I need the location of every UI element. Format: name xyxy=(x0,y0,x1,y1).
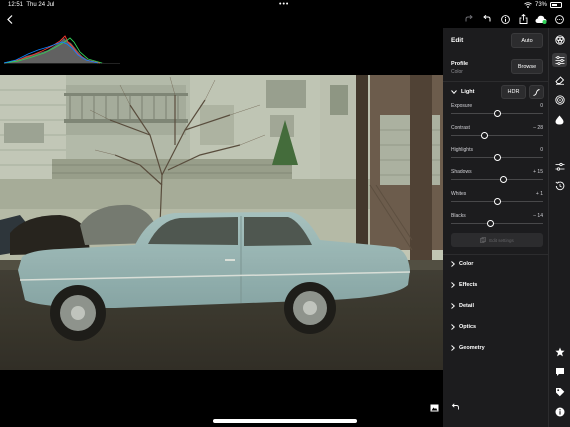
cloud-sync-icon[interactable] xyxy=(535,14,547,24)
slider-knob[interactable] xyxy=(493,110,501,117)
slider-track[interactable] xyxy=(451,135,543,136)
slider-knob[interactable] xyxy=(493,198,501,205)
divider xyxy=(443,81,548,82)
light-section-header[interactable]: Light xyxy=(451,89,474,95)
slider-label: Blacks xyxy=(451,213,466,219)
eraser-icon[interactable] xyxy=(554,74,565,85)
browse-button[interactable]: Browse xyxy=(511,59,543,74)
auto-button[interactable]: Auto xyxy=(511,33,543,48)
slider-value: – 14 xyxy=(533,213,543,219)
info-icon[interactable] xyxy=(500,14,510,24)
edit-sliders-icon[interactable] xyxy=(552,53,567,67)
section-label: Geometry xyxy=(459,345,485,351)
battery-percent: 73% xyxy=(534,2,547,8)
undo-icon[interactable] xyxy=(482,14,492,24)
slider-label: Contrast xyxy=(451,125,470,131)
history-icon[interactable] xyxy=(554,180,565,191)
slider-label: Exposure xyxy=(451,103,473,109)
section-geometry[interactable]: Geometry xyxy=(451,345,485,351)
compare-icon[interactable] xyxy=(429,403,439,412)
slider-track[interactable] xyxy=(451,179,543,180)
healing-icon[interactable] xyxy=(554,114,565,125)
slider-label: Shadows xyxy=(451,169,472,175)
chevron-down-icon xyxy=(451,90,457,94)
multitask-dots[interactable]: ••• xyxy=(279,1,289,8)
edit-settings-label: Edit settings xyxy=(489,237,514,243)
presets-icon[interactable] xyxy=(554,34,565,45)
top-toolbar xyxy=(0,11,570,28)
slider-exposure[interactable]: Exposure 0 xyxy=(451,103,543,125)
star-icon[interactable] xyxy=(554,346,565,357)
more-icon[interactable] xyxy=(554,14,564,24)
profile-value: Color xyxy=(451,69,463,75)
section-color[interactable]: Color xyxy=(451,261,473,267)
profile-label: Profile xyxy=(451,61,469,67)
redo-icon[interactable] xyxy=(463,14,473,24)
slider-knob[interactable] xyxy=(500,176,508,183)
info-icon[interactable] xyxy=(554,406,565,417)
slider-knob[interactable] xyxy=(480,132,488,139)
slider-label: Highlights xyxy=(451,147,473,153)
slider-whites[interactable]: Whites + 1 xyxy=(451,191,543,213)
chevron-right-icon xyxy=(451,261,455,267)
battery-icon xyxy=(550,2,562,8)
chevron-right-icon xyxy=(451,303,455,309)
hdr-button[interactable]: HDR xyxy=(501,85,526,99)
divider xyxy=(443,254,548,255)
status-bar: 12:51 Thu 24 Jul ••• 73% xyxy=(0,0,570,11)
slider-value: – 28 xyxy=(533,125,543,131)
slider-value: 0 xyxy=(540,147,543,153)
back-icon[interactable] xyxy=(5,14,15,24)
share-icon[interactable] xyxy=(518,13,528,24)
section-detail[interactable]: Detail xyxy=(451,303,474,309)
section-label: Color xyxy=(459,261,474,267)
status-right: 73% xyxy=(524,2,562,8)
slider-highlights[interactable]: Highlights 0 xyxy=(451,147,543,169)
photo-image xyxy=(0,75,443,370)
section-label: Effects xyxy=(459,282,478,288)
curve-icon xyxy=(533,88,540,96)
copy-settings-icon xyxy=(480,237,487,243)
chevron-right-icon xyxy=(451,324,455,330)
slider-contrast[interactable]: Contrast – 28 xyxy=(451,125,543,147)
chevron-right-icon xyxy=(451,282,455,288)
battery-fill xyxy=(552,4,558,6)
masking-icon[interactable] xyxy=(554,94,565,105)
panel-title: Edit xyxy=(451,37,464,44)
slider-label: Whites xyxy=(451,191,467,197)
tone-curve-button[interactable] xyxy=(529,85,544,99)
slider-knob[interactable] xyxy=(487,220,495,227)
section-optics[interactable]: Optics xyxy=(451,324,476,330)
section-label: Detail xyxy=(459,303,474,309)
histogram xyxy=(3,32,120,64)
comment-icon[interactable] xyxy=(554,366,565,377)
slider-value: + 15 xyxy=(533,169,543,175)
home-indicator[interactable] xyxy=(213,419,357,423)
slider-shadows[interactable]: Shadows + 15 xyxy=(451,169,543,191)
edit-panel: Edit Auto Profile Color Browse Light HDR… xyxy=(443,28,548,427)
slider-blacks[interactable]: Blacks – 14 xyxy=(451,213,543,235)
section-effects[interactable]: Effects xyxy=(451,282,477,288)
slider-track[interactable] xyxy=(451,223,543,224)
slider-value: 0 xyxy=(540,103,543,109)
slider-value: + 1 xyxy=(535,191,543,197)
versions-icon[interactable] xyxy=(554,161,565,172)
light-section-label: Light xyxy=(461,89,475,95)
section-label: Optics xyxy=(459,324,477,330)
reset-icon[interactable] xyxy=(450,402,460,412)
tool-strip xyxy=(548,28,570,427)
wifi-icon xyxy=(524,2,532,8)
chevron-right-icon xyxy=(451,345,455,351)
slider-knob[interactable] xyxy=(493,154,501,161)
tag-icon[interactable] xyxy=(554,386,565,397)
edit-settings-button[interactable]: Edit settings xyxy=(451,233,543,247)
status-time: 12:51 Thu 24 Jul xyxy=(8,2,55,8)
